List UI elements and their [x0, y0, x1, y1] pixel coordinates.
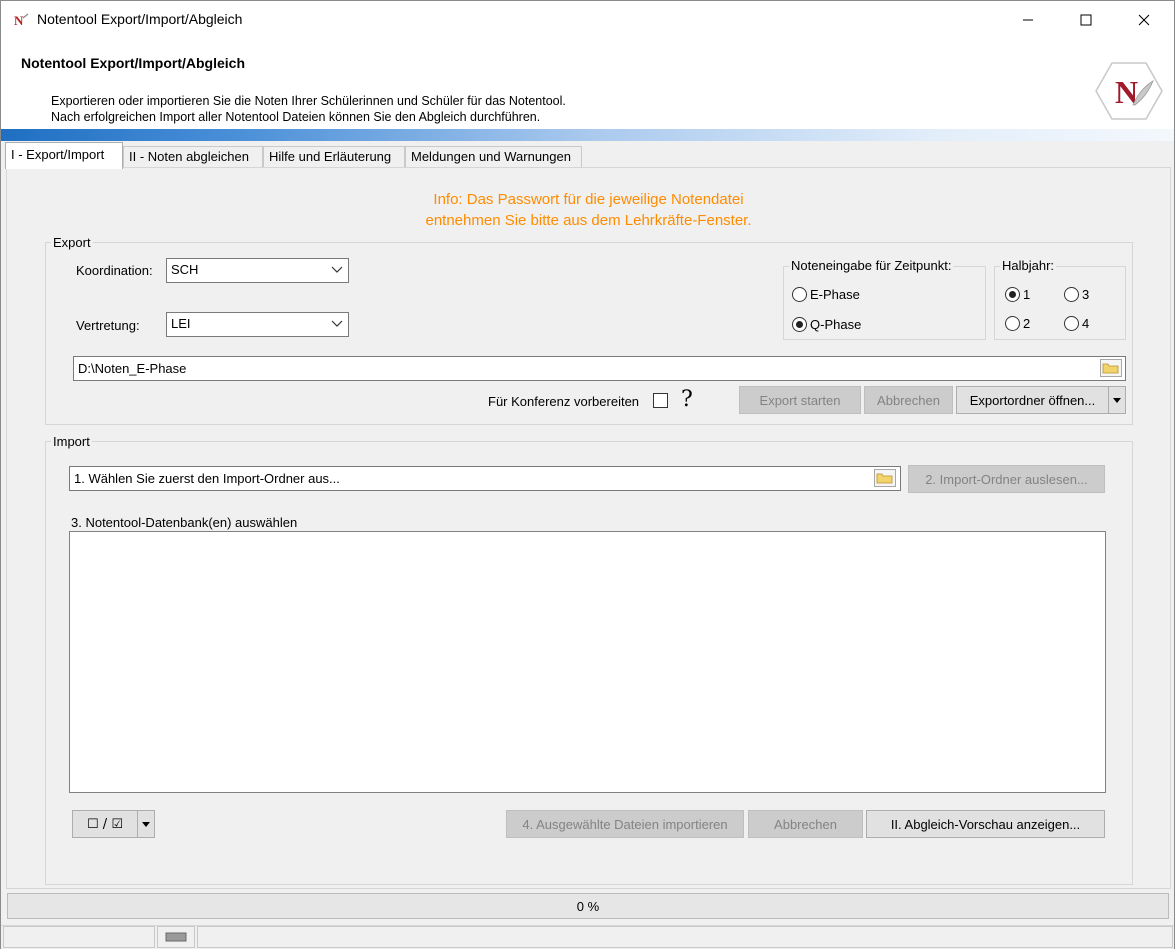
- status-panel-2: [157, 926, 195, 948]
- export-path-value: D:\Noten_E-Phase: [78, 361, 187, 376]
- notentool-logo-icon: N: [1095, 62, 1163, 120]
- q-phase-label: Q-Phase: [810, 317, 862, 332]
- import-folder-value: 1. Wählen Sie zuerst den Import-Ordner a…: [74, 471, 340, 486]
- caret-down-icon: [142, 822, 150, 827]
- maximize-button[interactable]: [1057, 1, 1115, 39]
- header-gradient-bar: [1, 129, 1174, 141]
- folder-icon[interactable]: [1100, 359, 1122, 377]
- radio-q-phase[interactable]: [792, 317, 807, 332]
- folder-icon[interactable]: [874, 469, 896, 487]
- toggle-all-label: ☐ / ☑: [87, 816, 123, 832]
- help-icon[interactable]: ?: [681, 387, 693, 412]
- e-phase-label: E-Phase: [810, 287, 860, 302]
- import-cancel-button[interactable]: Abbrechen: [748, 810, 863, 838]
- open-export-folder-button[interactable]: Exportordner öffnen...: [956, 386, 1109, 414]
- konferenz-checkbox[interactable]: [653, 393, 668, 408]
- open-export-folder-label: Exportordner öffnen...: [969, 392, 1096, 408]
- radio-halbjahr-1[interactable]: [1005, 287, 1020, 302]
- konferenz-label: Für Konferenz vorbereiten: [488, 394, 640, 409]
- tab-label: II - Noten abgleichen: [129, 149, 249, 164]
- tab-export-import[interactable]: I - Export/Import: [5, 142, 123, 169]
- maximize-icon: [1080, 14, 1092, 26]
- info-text-line1: Info: Das Passwort für die jeweilige Not…: [433, 191, 744, 208]
- radio-e-phase[interactable]: [792, 287, 807, 302]
- tab-hilfe[interactable]: Hilfe und Erläuterung: [263, 146, 405, 168]
- vertretung-label: Vertretung:: [76, 318, 140, 333]
- halbjahr-group-label: Halbjahr:: [1000, 258, 1057, 273]
- export-start-button[interactable]: Export starten: [739, 386, 861, 414]
- app-icon: N: [14, 13, 29, 28]
- caret-down-icon: [1113, 398, 1121, 403]
- svg-text:N: N: [14, 13, 24, 28]
- tab-label: Hilfe und Erläuterung: [269, 149, 392, 164]
- progress-text: 0 %: [576, 898, 600, 914]
- minimize-button[interactable]: [999, 1, 1057, 39]
- chevron-down-icon: [331, 320, 343, 327]
- window-title: Notentool Export/Import/Abgleich: [37, 11, 243, 27]
- export-start-label: Export starten: [759, 392, 841, 408]
- import-cancel-label: Abbrechen: [774, 816, 837, 832]
- vertretung-value: LEI: [171, 316, 191, 331]
- import-selected-label: 4. Ausgewählte Dateien importieren: [522, 816, 728, 832]
- close-icon: [1138, 14, 1150, 26]
- halbjahr-3-label: 3: [1082, 287, 1090, 302]
- abgleich-preview-button[interactable]: II. Abgleich-Vorschau anzeigen...: [866, 810, 1105, 838]
- halbjahr-1-label: 1: [1023, 287, 1031, 302]
- header-description-line2: Nach erfolgreichen Import aller Notentoo…: [51, 110, 541, 124]
- toggle-all-button[interactable]: ☐ / ☑: [72, 810, 138, 838]
- main-window: N Notentool Export/Import/Abgleich Noten…: [0, 0, 1175, 949]
- open-export-folder-dropdown[interactable]: [1108, 386, 1126, 414]
- vertretung-combobox[interactable]: LEI: [166, 312, 349, 337]
- minimize-icon: [1023, 19, 1033, 21]
- zeitpunkt-group-label: Noteneingabe für Zeitpunkt:: [789, 258, 954, 273]
- info-text-line2: entnehmen Sie bitte aus dem Lehrkräfte-F…: [425, 212, 752, 229]
- title-bar: N Notentool Export/Import/Abgleich: [1, 1, 1174, 39]
- tab-label: I - Export/Import: [11, 147, 105, 162]
- keyboard-icon: [165, 932, 187, 942]
- export-path-field[interactable]: D:\Noten_E-Phase: [73, 356, 1126, 381]
- export-group-label: Export: [51, 235, 93, 250]
- radio-halbjahr-4[interactable]: [1064, 316, 1079, 331]
- read-import-folder-button[interactable]: 2. Import-Ordner auslesen...: [908, 465, 1105, 493]
- header-panel: Notentool Export/Import/Abgleich Exporti…: [1, 39, 1174, 131]
- halbjahr-4-label: 4: [1082, 316, 1090, 331]
- koordination-combobox[interactable]: SCH: [166, 258, 349, 283]
- database-listbox[interactable]: [69, 531, 1106, 793]
- tab-noten-abgleichen[interactable]: II - Noten abgleichen: [123, 146, 263, 168]
- close-button[interactable]: [1115, 1, 1173, 39]
- koordination-value: SCH: [171, 262, 199, 277]
- chevron-down-icon: [331, 266, 343, 273]
- halbjahr-2-label: 2: [1023, 316, 1031, 331]
- tab-meldungen[interactable]: Meldungen und Warnungen: [405, 146, 582, 168]
- tab-label: Meldungen und Warnungen: [411, 149, 571, 164]
- read-import-folder-label: 2. Import-Ordner auslesen...: [925, 471, 1088, 487]
- export-cancel-label: Abbrechen: [877, 392, 940, 408]
- export-cancel-button[interactable]: Abbrechen: [864, 386, 953, 414]
- radio-halbjahr-3[interactable]: [1064, 287, 1079, 302]
- import-folder-field[interactable]: 1. Wählen Sie zuerst den Import-Ordner a…: [69, 466, 901, 491]
- status-panel-1: [3, 926, 155, 948]
- toggle-all-dropdown[interactable]: [137, 810, 155, 838]
- radio-halbjahr-2[interactable]: [1005, 316, 1020, 331]
- import-group-label: Import: [51, 434, 92, 449]
- select-db-label: 3. Notentool-Datenbank(en) auswählen: [71, 515, 298, 530]
- progress-bar: 0 %: [7, 893, 1169, 919]
- header-description-line1: Exportieren oder importieren Sie die Not…: [51, 94, 566, 108]
- status-panel-3: [197, 926, 1173, 948]
- import-selected-button[interactable]: 4. Ausgewählte Dateien importieren: [506, 810, 744, 838]
- abgleich-preview-label: II. Abgleich-Vorschau anzeigen...: [890, 816, 1081, 832]
- koordination-label: Koordination:: [76, 263, 153, 278]
- header-title: Notentool Export/Import/Abgleich: [21, 55, 245, 71]
